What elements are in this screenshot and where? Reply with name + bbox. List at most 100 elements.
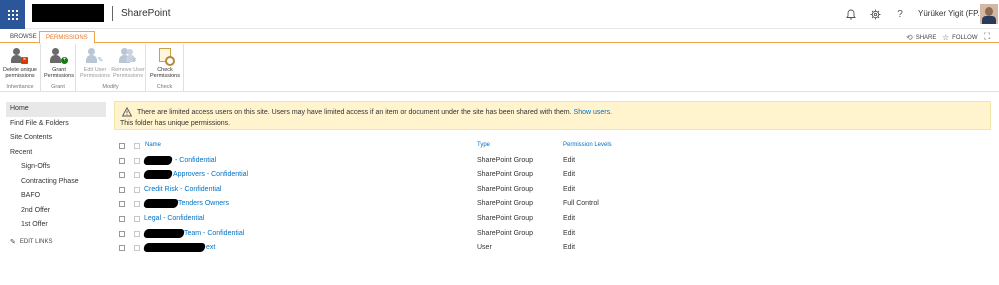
redaction bbox=[143, 155, 173, 165]
show-users-link[interactable]: Show users. bbox=[574, 109, 613, 116]
select-all-checkbox[interactable] bbox=[119, 143, 125, 149]
left-nav: Home Find File & Folders Site Contents R… bbox=[6, 102, 106, 246]
row-checkbox-secondary[interactable] bbox=[134, 201, 140, 208]
edit-user-permissions-label: Edit User Permissions bbox=[80, 67, 110, 79]
group-name-link[interactable]: Approvers - Confidential bbox=[173, 171, 248, 178]
star-icon: ☆ bbox=[942, 33, 950, 42]
group-name-link[interactable]: Credit Risk - Confidential bbox=[144, 186, 221, 193]
focus-content-icon[interactable]: ⛶ bbox=[984, 31, 993, 42]
edit-links-button[interactable]: ✎ EDIT LINKS bbox=[6, 238, 106, 246]
edit-user-permissions-button[interactable]: ✎ Edit User Permissions bbox=[77, 47, 113, 79]
table-row[interactable]: Team - Confidential SharePoint Group Edi… bbox=[114, 227, 714, 242]
group-label-modify: Modify bbox=[102, 84, 119, 90]
nav-item-site-contents[interactable]: Site Contents bbox=[6, 131, 106, 146]
permission-level-cell: Edit bbox=[563, 156, 576, 164]
row-checkbox-secondary[interactable] bbox=[134, 215, 140, 222]
grant-permissions-button[interactable]: + Grant Permissions bbox=[41, 47, 77, 79]
gear-icon[interactable] bbox=[869, 8, 881, 20]
table-row[interactable]: Tenders Owners SharePoint Group Full Con… bbox=[114, 197, 714, 212]
tab-permissions[interactable]: PERMISSIONS bbox=[39, 31, 95, 44]
follow-label: FOLLOW bbox=[952, 34, 978, 41]
table-row[interactable]: - Confidential SharePoint Group Edit bbox=[114, 154, 714, 169]
edit-links-label: EDIT LINKS bbox=[19, 238, 53, 245]
waffle-icon[interactable] bbox=[0, 0, 25, 29]
type-cell: SharePoint Group bbox=[477, 171, 534, 179]
nav-item-1st-offer[interactable]: 1st Offer bbox=[6, 218, 106, 233]
group-label-grant: Grant bbox=[51, 84, 65, 90]
nav-item-home[interactable]: Home bbox=[6, 102, 106, 117]
nav-item-sign-offs[interactable]: Sign-Offs bbox=[6, 160, 106, 175]
banner-text: There are limited access users on this s… bbox=[137, 109, 612, 116]
column-header-permission-levels[interactable]: Permission Levels bbox=[563, 142, 612, 148]
row-checkbox-secondary[interactable] bbox=[134, 230, 140, 237]
permission-level-cell: Edit bbox=[563, 229, 576, 237]
ribbon-tab-bar: BROWSE PERMISSIONS ⟲ SHARE ☆ FOLLOW ⛶ bbox=[0, 30, 999, 44]
row-checkbox-secondary[interactable] bbox=[134, 157, 140, 164]
redacted-site-logo bbox=[32, 4, 104, 22]
table-row[interactable]: Legal - Confidential SharePoint Group Ed… bbox=[114, 212, 714, 227]
table-row[interactable]: Approvers - Confidential SharePoint Grou… bbox=[114, 168, 714, 183]
row-checkbox[interactable] bbox=[119, 172, 125, 179]
share-button[interactable]: ⟲ SHARE bbox=[906, 33, 936, 42]
row-checkbox-secondary[interactable] bbox=[134, 186, 140, 193]
ribbon-group-check: Check Permissions Check bbox=[146, 44, 184, 92]
bell-icon[interactable] bbox=[845, 8, 857, 20]
group-name-link[interactable]: Legal - Confidential bbox=[144, 215, 204, 222]
permission-level-cell: Full Control bbox=[563, 200, 599, 208]
remove-user-permissions-button[interactable]: × Remove User Permissions bbox=[110, 47, 146, 79]
redaction bbox=[143, 199, 179, 209]
delete-permissions-icon: × bbox=[10, 47, 30, 65]
row-checkbox[interactable] bbox=[119, 215, 125, 222]
nav-item-2nd-offer[interactable]: 2nd Offer bbox=[6, 204, 106, 219]
redaction bbox=[143, 170, 173, 180]
tab-browse[interactable]: BROWSE bbox=[4, 31, 43, 44]
group-name-link[interactable]: - Confidential bbox=[175, 157, 216, 164]
row-checkbox[interactable] bbox=[119, 157, 125, 164]
row-checkbox[interactable] bbox=[119, 230, 125, 237]
ribbon-group-grant: + Grant Permissions Grant bbox=[41, 44, 76, 92]
row-checkbox[interactable] bbox=[119, 186, 125, 193]
header-checkbox[interactable] bbox=[134, 143, 140, 149]
nav-item-contracting-phase[interactable]: Contracting Phase bbox=[6, 175, 106, 190]
remove-user-icon: × bbox=[118, 47, 138, 65]
row-checkbox-secondary[interactable] bbox=[134, 172, 140, 179]
row-checkbox[interactable] bbox=[119, 245, 125, 252]
row-checkbox[interactable] bbox=[119, 201, 125, 208]
type-cell: SharePoint Group bbox=[477, 156, 534, 164]
redaction bbox=[143, 243, 206, 253]
delete-unique-permissions-label: Delete unique permissions bbox=[3, 67, 37, 79]
table-row[interactable]: ext User Edit bbox=[114, 241, 714, 256]
pencil-icon: ✎ bbox=[10, 238, 16, 246]
group-name-link[interactable]: Tenders Owners bbox=[178, 200, 229, 207]
user-name-link[interactable]: ext bbox=[206, 244, 215, 251]
edit-user-icon: ✎ bbox=[85, 47, 105, 65]
grant-permissions-icon: + bbox=[49, 47, 69, 65]
permissions-table: Name Type Permission Levels - Confidenti… bbox=[114, 139, 714, 256]
permission-level-cell: Edit bbox=[563, 214, 576, 222]
column-header-type[interactable]: Type bbox=[477, 142, 490, 148]
nav-item-recent[interactable]: Recent bbox=[6, 146, 106, 161]
row-checkbox-secondary[interactable] bbox=[134, 245, 140, 252]
ribbon: × Delete unique permissions Inheritance … bbox=[0, 44, 999, 92]
permission-level-cell: Edit bbox=[563, 185, 576, 193]
avatar[interactable] bbox=[980, 4, 998, 24]
group-name-link[interactable]: Team - Confidential bbox=[184, 230, 244, 237]
user-name[interactable]: Yürüker Yigit (FP... bbox=[918, 9, 984, 18]
type-cell: SharePoint Group bbox=[477, 229, 534, 237]
type-cell: SharePoint Group bbox=[477, 200, 534, 208]
check-permissions-button[interactable]: Check Permissions bbox=[147, 47, 183, 79]
ribbon-group-inheritance: × Delete unique permissions Inheritance bbox=[0, 44, 41, 92]
follow-button[interactable]: ☆ FOLLOW bbox=[942, 33, 978, 42]
help-icon[interactable]: ? bbox=[894, 8, 906, 20]
nav-item-bafo[interactable]: BAFO bbox=[6, 189, 106, 204]
group-label-check: Check bbox=[156, 84, 173, 90]
nav-item-find-files[interactable]: Find File & Folders bbox=[6, 117, 106, 132]
banner-message: There are limited access users on this s… bbox=[137, 109, 572, 116]
ribbon-group-modify: ✎ Edit User Permissions × Remove User Pe… bbox=[76, 44, 146, 92]
delete-unique-permissions-button[interactable]: × Delete unique permissions bbox=[2, 47, 38, 79]
share-icon: ⟲ bbox=[906, 33, 913, 42]
app-title[interactable]: SharePoint bbox=[121, 8, 170, 19]
table-row[interactable]: Credit Risk - Confidential SharePoint Gr… bbox=[114, 183, 714, 198]
share-label: SHARE bbox=[915, 34, 937, 41]
column-header-name[interactable]: Name bbox=[145, 142, 161, 148]
